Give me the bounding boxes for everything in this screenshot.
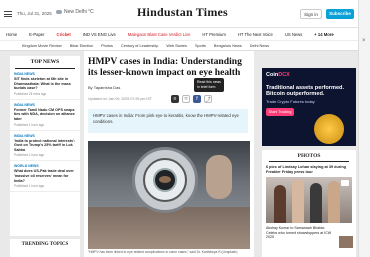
nav-item-us-news[interactable]: US News — [279, 32, 308, 37]
menu-icon[interactable] — [4, 11, 12, 17]
cloud-icon — [56, 10, 62, 14]
image-figure — [274, 185, 286, 224]
photo-story-title[interactable]: 6 pics of Lindsay Lohan slaying at 39 du… — [262, 162, 356, 174]
article-byline[interactable]: By Tapatrisha Das — [88, 85, 120, 90]
nav2-item-bihar[interactable]: Bihar Election — [66, 44, 97, 48]
article-actions: ≡ ⌑ f ⤴ — [171, 95, 212, 103]
photos-box: PHOTOS 6 pics of Lindsay Lohan slaying a… — [262, 150, 356, 257]
close-icon[interactable]: × — [362, 38, 366, 44]
trending-heading: TRENDING TOPICS — [21, 242, 69, 247]
image-hand — [206, 155, 232, 199]
sign-in-button[interactable]: Sign in — [300, 9, 322, 19]
nav-item-ht-premium[interactable]: HT Premium — [196, 32, 231, 37]
page: Thu, Jul 31, 2025 New Delhi °C Hindustan… — [0, 0, 370, 257]
article: HMPV cases in India: Understanding its l… — [84, 51, 254, 257]
nav-item-cricket[interactable]: Cricket — [51, 32, 77, 37]
ad-brand-a: Coin — [266, 72, 279, 78]
secondary-nav: Kingdom Movie Review Bihar Election Phot… — [0, 41, 358, 51]
photos-heading: PHOTOS — [297, 153, 321, 159]
list-item[interactable]: INDIA NEWS SIT finds skeleton at 6th sit… — [10, 69, 80, 100]
nav-item-ind-vs-eng[interactable]: IND VS ENG Live — [77, 32, 122, 37]
image-figure — [328, 181, 340, 224]
image-eye — [159, 176, 171, 183]
list-item[interactable]: INDIA NEWS Former Tamil Nadu CM OPS snap… — [10, 100, 80, 131]
top-bar: Thu, Jul 31, 2025 New Delhi °C Hindustan… — [0, 0, 358, 28]
article-updated: Updated on: Jan 09, 2025 07:26 pm IST — [88, 97, 152, 101]
photo-story-title-2[interactable]: Akshay Kumar to Samanaah Bhakta: Celebs … — [262, 223, 336, 239]
ad-brand-b: DCX — [278, 72, 290, 78]
nav-item-home[interactable]: Home — [0, 32, 23, 37]
list-item-title[interactable]: SIT finds skeleton at 6th site in Dharma… — [14, 77, 77, 91]
image-face — [88, 207, 250, 249]
list-item-section: INDIA NEWS — [14, 133, 35, 138]
photo-thumbnail[interactable] — [339, 236, 353, 248]
list-item-section: INDIA NEWS — [14, 102, 35, 107]
nav-item-next-voice[interactable]: HT The Next Voice — [232, 32, 279, 37]
subscribe-button[interactable]: Subscribe — [326, 9, 354, 19]
image-figure — [310, 183, 322, 224]
list-item-title[interactable]: What does US-Pak trade deal over 'massiv… — [14, 169, 77, 183]
nav2-item-century[interactable]: Century of Leadership — [117, 44, 162, 48]
article-headline: HMPV cases in India: Understanding its l… — [88, 56, 242, 78]
nav2-item-web-stories[interactable]: Web Stories — [162, 44, 191, 48]
weather-text: New Delhi °C — [64, 9, 94, 15]
list-item-time: Published 1 hour ago — [14, 184, 45, 189]
facebook-icon[interactable]: f — [193, 95, 201, 103]
summary-icon[interactable]: ≡ — [171, 95, 179, 103]
list-item-time: Published 1 hour ago — [14, 122, 45, 127]
nav2-item-bengaluru[interactable]: Bengaluru News — [210, 44, 246, 48]
list-item[interactable]: INDIA NEWS 'India to protect national in… — [10, 131, 80, 162]
weather-widget[interactable]: New Delhi °C — [56, 9, 94, 15]
ad-cta-button[interactable]: Start Trading — [266, 108, 294, 116]
photo-story-image[interactable] — [266, 177, 352, 224]
trending-topics-box: TRENDING TOPICS — [10, 236, 80, 257]
article-image — [88, 141, 250, 249]
list-item-time: Published 1 hour ago — [14, 153, 45, 158]
top-news-column: TOP NEWS INDIA NEWS SIT finds skeleton a… — [10, 56, 80, 257]
nav2-item-delhi[interactable]: Delhi News — [246, 44, 273, 48]
image-figure — [292, 179, 304, 224]
ad-subtext: Trade Crypto Futures today — [266, 99, 315, 104]
list-item-title[interactable]: Former Tamil Nadu CM OPS snaps ties with… — [14, 108, 77, 122]
list-item-time: Published 24 mins ago — [14, 91, 47, 96]
site-logo[interactable]: Hindustan Times — [137, 5, 228, 20]
nav2-item-kingdom[interactable]: Kingdom Movie Review — [18, 44, 66, 48]
nav2-item-photos[interactable]: Photos — [97, 44, 117, 48]
primary-nav: Home E-Paper Cricket IND VS ENG Live Mal… — [0, 28, 358, 41]
bitcoin-icon — [314, 114, 344, 144]
list-item-section: WORLD NEWS — [14, 164, 39, 169]
list-item-section: INDIA NEWS — [14, 72, 35, 76]
top-news-heading: TOP NEWS — [30, 59, 60, 65]
share-icon[interactable]: ⤴ — [204, 95, 212, 103]
nav-item-malegaon[interactable]: Malegaon Blast Case Verdict Live — [122, 32, 197, 37]
advertisement[interactable]: CoinDCX Traditional assets performed. Bi… — [262, 68, 356, 146]
ad-logo: CoinDCX — [266, 72, 290, 78]
nav2-item-sports[interactable]: Sports — [191, 44, 210, 48]
summary-tooltip: Read this news in brief form — [194, 78, 224, 92]
bookmark-icon[interactable]: ⌑ — [182, 95, 190, 103]
date-text: Thu, Jul 31, 2025 — [17, 11, 52, 16]
list-item[interactable]: WORLD NEWS What does US-Pak trade deal o… — [10, 161, 80, 193]
image-caption: "HMPV has been linked to eye-related com… — [88, 250, 238, 254]
article-summary: HMPV cases in India: From pink eye to ke… — [88, 109, 248, 133]
camera-icon — [341, 180, 349, 187]
nav-item-more[interactable]: + 14 More — [308, 32, 339, 37]
nav-item-epaper[interactable]: E-Paper — [23, 32, 50, 37]
list-item-title[interactable]: 'India to protect national interests': G… — [14, 139, 77, 153]
ad-headline: Traditional assets performed. Bitcoin ou… — [266, 85, 345, 98]
